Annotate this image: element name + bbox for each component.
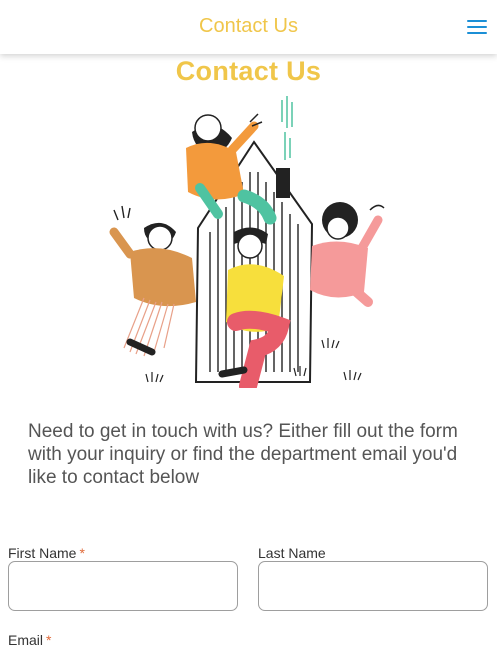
people-around-house-illustration [109,96,385,388]
required-mark: * [46,632,52,648]
topbar-title: Contact Us [199,15,298,37]
first-name-label-text: First Name [8,545,77,561]
email-label: Email * [8,632,51,648]
top-app-bar: Contact Us [0,0,497,54]
email-label-text: Email [8,632,44,648]
intro-text: Need to get in touch with us? Either fil… [28,421,458,488]
first-name-label: First Name * [8,545,85,561]
first-name-field[interactable] [8,561,238,611]
page-title: Contact Us [175,56,322,86]
last-name-field[interactable] [258,561,488,611]
last-name-label-text: Last Name [258,545,326,561]
last-name-label: Last Name [258,545,326,561]
required-mark: * [79,545,85,561]
hamburger-menu-icon[interactable] [467,16,487,36]
